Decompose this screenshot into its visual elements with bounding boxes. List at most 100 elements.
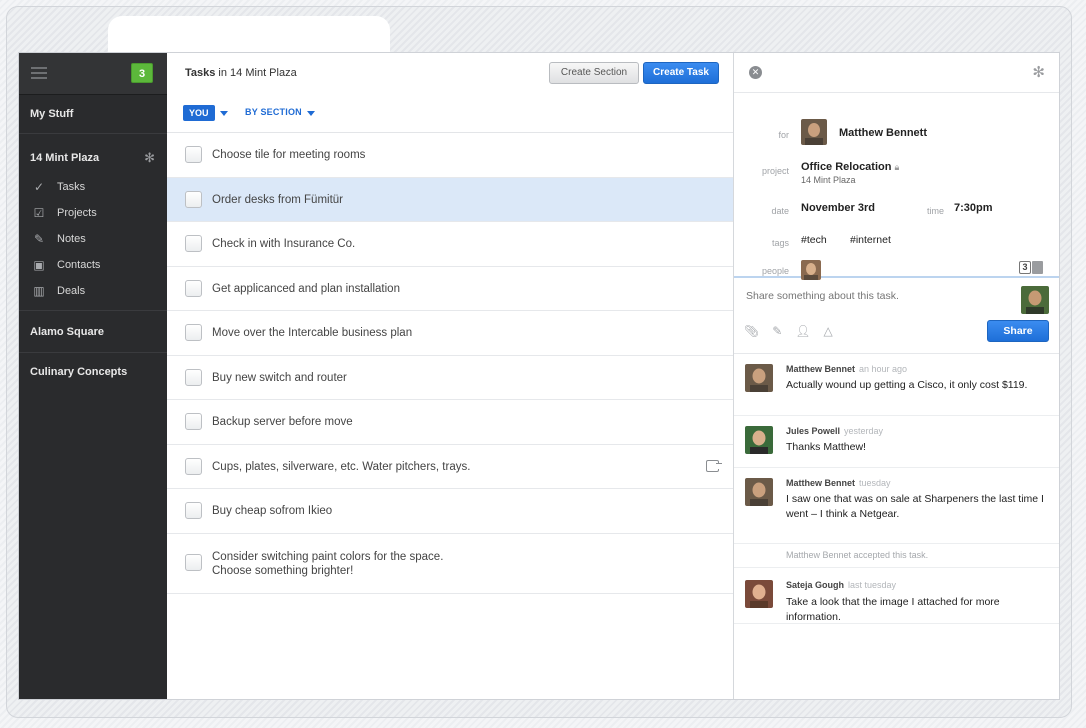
drive-icon[interactable]: △ xyxy=(824,324,833,338)
tag[interactable]: #tech xyxy=(801,234,827,246)
create-section-button[interactable]: Create Section xyxy=(549,62,639,84)
task-row[interactable]: Cups, plates, silverware, etc. Water pit… xyxy=(167,445,733,489)
task-row[interactable]: Check in with Insurance Co. xyxy=(167,222,733,267)
share-icon[interactable] xyxy=(706,459,722,472)
task-rows: Choose tile for meeting rooms Order desks… xyxy=(167,133,733,594)
page-title-suffix: in 14 Mint Plaza xyxy=(215,67,297,79)
task-title[interactable]: Check in with Insurance Co. xyxy=(212,237,355,251)
comment-text: Thanks Matthew! xyxy=(786,441,866,453)
task-row[interactable]: Consider switching paint colors for the … xyxy=(167,534,733,594)
avatar[interactable] xyxy=(745,478,773,506)
sidebar-item-tasks[interactable]: ✓ Tasks xyxy=(19,174,167,200)
label-time: time xyxy=(926,206,944,216)
label-for: for xyxy=(778,130,789,140)
comment-item: Sateja Gough last tuesday Take a look that… xyxy=(734,568,1059,624)
gear-icon[interactable]: ✻ xyxy=(144,142,155,174)
task-checkbox[interactable] xyxy=(185,146,202,163)
comment-author-name: Jules Powell xyxy=(786,426,841,436)
task-checkbox[interactable] xyxy=(185,502,202,519)
comment-timestamp: tuesday xyxy=(859,478,891,488)
task-row[interactable]: Order desks from Fümitür xyxy=(167,177,733,222)
task-row[interactable]: Buy new switch and router xyxy=(167,356,733,400)
sidebar-item-deals[interactable]: ▥ Deals xyxy=(19,278,167,304)
task-title[interactable]: Backup server before move xyxy=(212,415,353,429)
task-row[interactable]: Buy cheap sofrom Ikieo xyxy=(167,489,733,534)
task-checkbox[interactable] xyxy=(185,324,202,341)
browser-tab xyxy=(108,16,390,56)
paperclip-icon[interactable]: 📎︎ xyxy=(744,324,759,338)
comment-author-name: Sateja Gough xyxy=(786,580,845,590)
checkbox-icon: ☑ xyxy=(33,206,45,220)
task-title[interactable]: Cups, plates, silverware, etc. Water pit… xyxy=(212,460,470,474)
share-button[interactable]: Share xyxy=(987,320,1049,342)
filter-you-dropdown[interactable]: YOU xyxy=(183,105,215,121)
tag[interactable]: #internet xyxy=(850,234,891,246)
chevron-down-icon[interactable] xyxy=(307,111,315,116)
task-checkbox[interactable] xyxy=(185,413,202,430)
task-title[interactable]: Move over the Intercable business plan xyxy=(212,326,412,340)
notification-badge[interactable]: 3 xyxy=(131,63,153,83)
comment-text: Actually wound up getting a Cisco, it on… xyxy=(786,379,1028,391)
people-count[interactable]: 3 xyxy=(1019,261,1043,274)
task-row[interactable]: Get applicanced and plan installation xyxy=(167,267,733,311)
avatar[interactable] xyxy=(745,426,773,454)
comment-author-name: Matthew Bennet xyxy=(786,478,856,488)
close-icon[interactable]: ✕ xyxy=(749,66,762,79)
avatar[interactable] xyxy=(801,260,821,280)
task-checkbox[interactable] xyxy=(185,279,202,297)
chevron-down-icon[interactable] xyxy=(220,111,228,116)
comment-author[interactable]: Jules Powell yesterday xyxy=(786,426,883,436)
task-title[interactable]: Consider switching paint colors for the … xyxy=(212,550,443,578)
task-title[interactable]: Buy new switch and router xyxy=(212,371,347,385)
pencil-icon: ✎ xyxy=(33,232,45,246)
sidebar-item-notes[interactable]: ✎ Notes xyxy=(19,226,167,252)
sidebar-item-my-stuff[interactable]: My Stuff xyxy=(19,95,167,134)
comment-list: Matthew Bennet an hour ago Actually wound … xyxy=(734,354,1059,624)
project-name[interactable]: Office Relocation 🔒︎ xyxy=(801,161,899,173)
task-row[interactable]: Backup server before move xyxy=(167,400,733,445)
comment-text: Take a look that the image I attached fo… xyxy=(786,596,1000,623)
pencil-icon[interactable]: ✎ xyxy=(772,324,782,338)
avatar[interactable] xyxy=(745,364,773,392)
task-row[interactable]: Move over the Intercable business plan xyxy=(167,311,733,356)
task-title[interactable]: Choose tile for meeting rooms xyxy=(212,148,365,162)
comment-author[interactable]: Sateja Gough last tuesday xyxy=(786,580,896,590)
task-title[interactable]: Get applicanced and plan installation xyxy=(212,282,400,296)
menu-icon[interactable] xyxy=(31,67,47,79)
comment-author[interactable]: Matthew Bennet an hour ago xyxy=(786,364,907,374)
sidebar-project-title[interactable]: 14 Mint Plaza ✻ xyxy=(19,142,167,174)
sidebar-item-projects[interactable]: ☑ Projects xyxy=(19,200,167,226)
project-subtitle: 14 Mint Plaza xyxy=(801,175,856,185)
gear-icon[interactable]: ✻ xyxy=(1032,63,1045,81)
label-project: project xyxy=(761,166,789,176)
task-checkbox[interactable] xyxy=(185,368,202,386)
create-task-button[interactable]: Create Task xyxy=(643,62,719,84)
sidebar-item-label: Contacts xyxy=(57,259,101,271)
task-title[interactable]: Order desks from Fümitür xyxy=(212,193,343,207)
filter-by-section-dropdown[interactable]: BY SECTION xyxy=(245,107,302,117)
task-detail-panel: ✕ ✻ for Matthew Bennett project Office R… xyxy=(734,53,1059,699)
task-checkbox[interactable] xyxy=(185,553,202,571)
person-icon[interactable]: 👤︎ xyxy=(795,324,810,338)
task-checkbox[interactable] xyxy=(185,457,202,475)
project-name-text: Office Relocation xyxy=(801,161,892,173)
task-row[interactable]: Choose tile for meeting rooms xyxy=(167,133,733,178)
sidebar-item-culinary-concepts[interactable]: Culinary Concepts xyxy=(19,353,167,391)
comment-timestamp: yesterday xyxy=(844,426,884,436)
share-input[interactable] xyxy=(746,290,1006,302)
sidebar-item-alamo-square[interactable]: Alamo Square xyxy=(19,311,167,353)
comment-author-name: Matthew Bennet xyxy=(786,364,856,374)
due-date[interactable]: November 3rd xyxy=(801,202,875,214)
due-time[interactable]: 7:30pm xyxy=(954,202,993,214)
label-people: people xyxy=(761,266,789,276)
comment-author[interactable]: Matthew Bennet tuesday xyxy=(786,478,891,488)
task-title[interactable]: Buy cheap sofrom Ikieo xyxy=(212,504,332,518)
avatar xyxy=(1021,286,1049,314)
sidebar-item-contacts[interactable]: ▣ Contacts xyxy=(19,252,167,278)
task-checkbox[interactable] xyxy=(185,235,202,252)
avatar[interactable] xyxy=(745,580,773,608)
assignee-name[interactable]: Matthew Bennett xyxy=(839,127,927,139)
task-checkbox[interactable] xyxy=(185,190,202,208)
task-list-panel: Tasks in 14 Mint Plaza Create Section Cr… xyxy=(167,53,734,699)
avatar[interactable] xyxy=(801,119,827,145)
